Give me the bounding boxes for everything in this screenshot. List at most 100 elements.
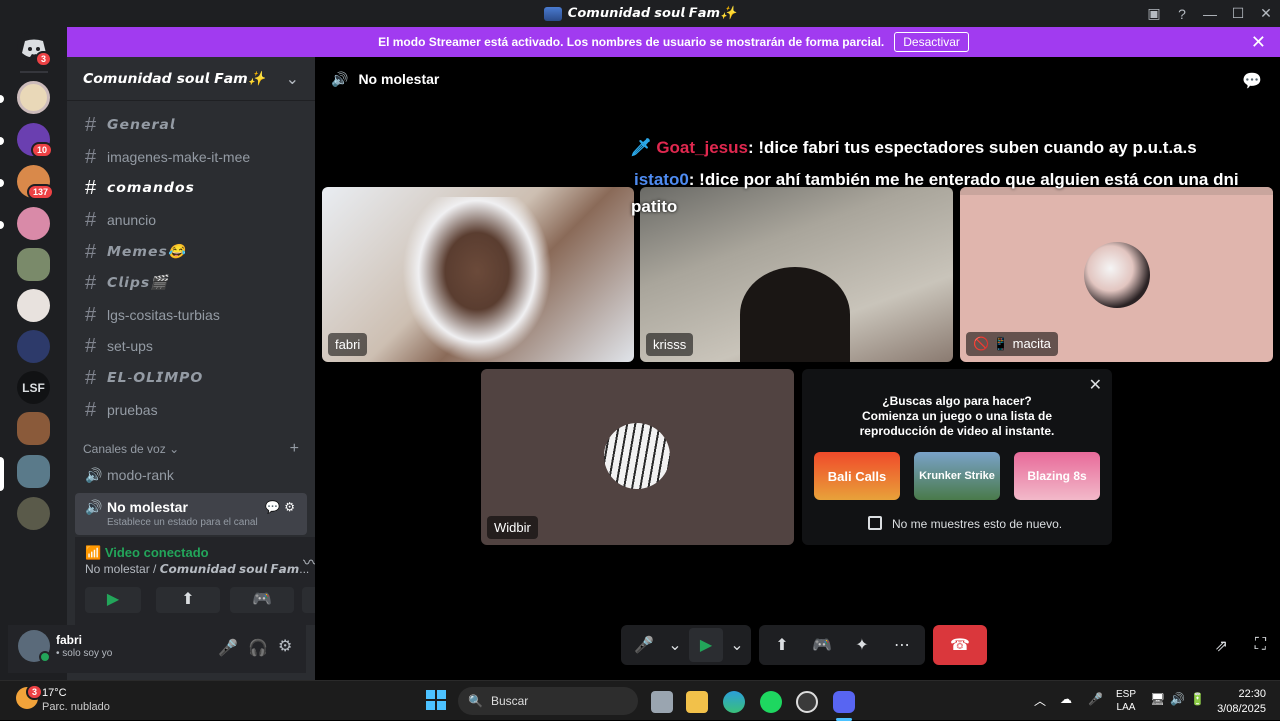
server-icon[interactable] [17, 330, 50, 363]
selected-pip [0, 457, 4, 491]
help-icon[interactable]: ? [1168, 6, 1196, 22]
windows-start-icon[interactable] [426, 690, 446, 710]
spotify-icon[interactable] [760, 691, 782, 713]
avatar [604, 423, 670, 489]
hash-icon: # [85, 113, 97, 136]
microphone-icon[interactable]: 🎤 [218, 638, 238, 658]
server-icon[interactable] [17, 207, 50, 240]
server-icon[interactable] [17, 81, 50, 114]
add-channel-icon[interactable]: + [290, 440, 299, 458]
steam-icon[interactable] [796, 691, 818, 713]
unread-pip [0, 137, 4, 145]
server-icon[interactable] [17, 497, 50, 530]
chevron-down-icon[interactable]: ⌄ [729, 628, 745, 662]
dont-show-checkbox[interactable] [868, 516, 882, 530]
server-icon-lsf[interactable]: LSF [17, 371, 50, 404]
activity-icon[interactable]: 🎮 [805, 628, 839, 662]
audio-video-group: 🎤 ⌄ ▶ ⌄ [621, 625, 751, 665]
chat-toggle-icon[interactable]: 💬 [1242, 71, 1262, 91]
channel-lgs[interactable]: # lgs-cositas-turbias [75, 300, 307, 330]
video-tile-fabri[interactable]: fabri [322, 187, 634, 362]
channel-actions[interactable]: 💬⚙ [265, 500, 299, 514]
deactivate-streamer-button[interactable]: Desactivar [894, 32, 969, 52]
voice-category[interactable]: Canales de voz ⌄ [83, 442, 179, 456]
microphone-icon[interactable]: 🎤 [1088, 692, 1103, 706]
server-icon[interactable] [17, 289, 50, 322]
inbox-icon[interactable]: ▣ [1140, 5, 1168, 22]
server-header[interactable]: 𝘾𝙤𝙢𝙪𝙣𝙞𝙙𝙖𝙙 𝙨𝙤𝙪𝙡 𝙁𝙖𝙢✨ ⌄ [67, 57, 315, 101]
popout-icon[interactable]: ⇗ [1215, 636, 1228, 656]
language-indicator[interactable]: ESP LAA [1116, 688, 1136, 714]
voice-channel-modo-rank[interactable]: 🔊 modo-rank [75, 460, 307, 490]
headphones-icon[interactable]: 🎧 [248, 638, 268, 658]
speaker-icon: 🔊 [331, 71, 349, 87]
game-card[interactable]: Bali Calls [814, 452, 900, 500]
discord-taskbar-icon[interactable] [833, 691, 855, 713]
channel-pruebas[interactable]: # pruebas [75, 395, 307, 425]
file-explorer-icon[interactable] [686, 691, 708, 713]
fullscreen-icon[interactable]: ⛶ [1255, 636, 1266, 654]
battery-icon[interactable]: 🔋 [1190, 692, 1205, 706]
channel-anuncio[interactable]: # anuncio [75, 205, 307, 235]
video-tile-macita[interactable]: 🚫 📱 macita [960, 187, 1273, 362]
game-card[interactable]: Blazing 8s [1014, 452, 1100, 500]
leave-call-button[interactable]: ☎ [933, 625, 987, 665]
taskbar-search[interactable]: 🔍 Buscar [458, 687, 638, 715]
channel-el-olimpo[interactable]: # 𝙀𝙇-𝙊𝙇𝙄𝙈𝙋𝙊 [75, 363, 307, 393]
chevron-down-icon[interactable]: ⌄ [667, 628, 683, 662]
camera-button[interactable]: ▶ [85, 587, 141, 613]
screen-share-icon[interactable]: ⬆ [765, 628, 799, 662]
voice-status: 📶 Video conectado [85, 545, 209, 560]
call-channel-title: No molestar [358, 71, 440, 87]
close-window-button[interactable]: ✕ [1252, 5, 1280, 22]
chat-line: patito [631, 197, 678, 216]
channel-clips[interactable]: # 𝘾𝙡𝙞𝙥𝙨🎬 [75, 268, 307, 298]
clock[interactable]: 22:30 3/08/2025 [1217, 687, 1266, 717]
weather-badge: 3 [26, 684, 44, 700]
checkbox-label: No me muestres esto de nuevo. [892, 517, 1063, 531]
hash-icon: # [85, 366, 97, 389]
minimize-button[interactable]: — [1196, 6, 1224, 22]
signal-icon: 📶 [85, 545, 102, 560]
server-icon[interactable] [17, 412, 50, 445]
weather-desc: Parc. nublado [42, 701, 110, 713]
channel-memes[interactable]: # 𝙈𝙚𝙢𝙚𝙨😂 [75, 237, 307, 267]
microphone-icon[interactable]: 🎤 [627, 628, 661, 662]
camera-icon[interactable]: ▶ [689, 628, 723, 662]
window-title: 𝘾𝙤𝙢𝙪𝙣𝙞𝙙𝙖𝙙 𝙨𝙤𝙪𝙡 𝙁𝙖𝙢✨ [543, 6, 736, 21]
call-header: 🔊 No molestar [331, 71, 439, 88]
settings-gear-icon[interactable]: ⚙ [278, 636, 292, 656]
chevron-up-icon[interactable]: ︿ [1034, 692, 1046, 709]
server-icon[interactable] [17, 248, 50, 281]
channel-comandos[interactable]: # 𝙘𝙤𝙢𝙖𝙣𝙙𝙤𝙨 [75, 173, 307, 203]
close-banner-icon[interactable]: ✕ [1251, 32, 1266, 53]
edge-icon[interactable] [723, 691, 745, 713]
soundboard-icon[interactable]: ✦ [845, 628, 879, 662]
online-status-dot [39, 651, 51, 663]
activity-button[interactable]: 🎮 [230, 587, 294, 613]
maximize-button[interactable]: ☐ [1224, 5, 1252, 22]
video-tile-krisss[interactable]: krisss [640, 187, 953, 362]
task-view-icon[interactable] [651, 691, 673, 713]
participant-name: krisss [646, 333, 694, 356]
monitor-icon[interactable]: 🖥 [1150, 692, 1165, 706]
divider [20, 71, 48, 73]
cloud-icon[interactable]: ☁ [1060, 692, 1072, 706]
channel-general[interactable]: # 𝙂𝙚𝙣𝙚𝙧𝙖𝙡 [75, 110, 307, 140]
hash-icon: # [85, 145, 97, 168]
unread-pip [0, 179, 4, 187]
channel-imagenes[interactable]: # imagenes-make-it-mee [75, 142, 307, 172]
voice-location[interactable]: No molestar / 𝘾𝙤𝙢𝙪𝙣𝙞𝙙𝙖𝙙 𝙨𝙤𝙪𝙡 𝙁𝙖𝙢... [85, 562, 309, 576]
screen-share-button[interactable]: ⬆ [156, 587, 220, 613]
user-status: • solo soy yo [56, 648, 113, 659]
channel-setups[interactable]: # set-ups [75, 331, 307, 361]
more-icon[interactable]: ⋯ [885, 628, 919, 662]
server-icon-selected[interactable] [17, 455, 50, 488]
volume-icon[interactable]: 🔊 [1170, 692, 1185, 706]
video-tile-widbir[interactable]: Widbir [481, 369, 794, 545]
chat-user: istato0 [634, 170, 689, 189]
game-card[interactable]: Krunker Strike [914, 452, 1000, 500]
close-icon[interactable]: ✕ [1089, 375, 1102, 395]
voice-channel-no-molestar[interactable]: 🔊 No molestar Establece un estado para e… [75, 493, 307, 535]
channel-status-hint[interactable]: Establece un estado para el canal [107, 517, 258, 528]
